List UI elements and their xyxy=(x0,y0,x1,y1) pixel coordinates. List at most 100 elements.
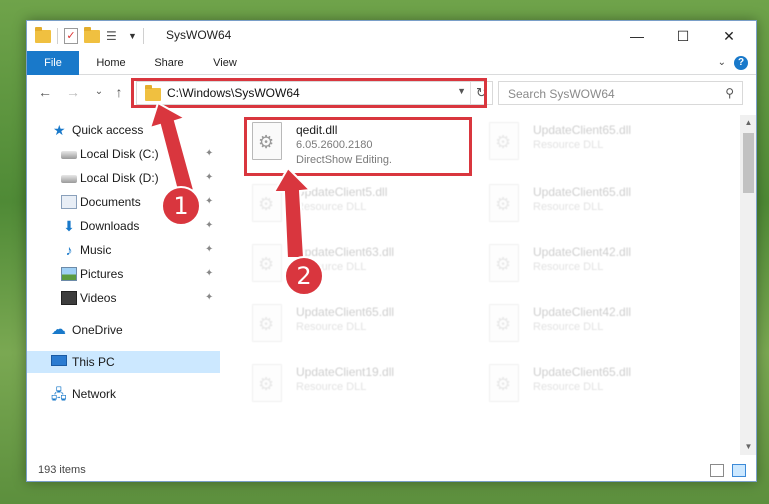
tab-home[interactable]: Home xyxy=(87,51,135,75)
sidebar-item-label: Downloads xyxy=(80,219,140,233)
file-item[interactable]: ⚙ UpdateClient42.dll Resource DLL xyxy=(485,239,710,293)
ribbon-expand-icon[interactable]: ⌄ xyxy=(718,51,726,75)
gear-icon: ⚙ xyxy=(495,194,512,214)
gear-icon: ⚙ xyxy=(258,374,275,394)
search-placeholder[interactable]: Search SysWOW64 xyxy=(508,87,615,101)
pin-icon[interactable]: ✦ xyxy=(205,244,213,255)
file-name: UpdateClient65.dll xyxy=(296,305,395,319)
file-item[interactable]: ⚙ UpdateClient19.dll Resource DLL xyxy=(248,359,473,413)
vertical-scrollbar[interactable]: ▲ ▼ xyxy=(740,115,756,455)
address-bar[interactable]: C:\Windows\SysWOW64 ▼ ↻ xyxy=(136,81,493,105)
file-item[interactable]: ⚙ UpdateClient65.dll Resource DLL xyxy=(485,359,710,413)
file-item-qedit[interactable]: ⚙ qedit.dll 6.05.2600.2180 DirectShow Ed… xyxy=(248,117,473,171)
dll-file-icon: ⚙ xyxy=(252,304,282,342)
pin-icon[interactable]: ✦ xyxy=(205,196,213,207)
file-item[interactable]: ⚙ UpdateClient5.dll Resource DLL xyxy=(248,179,473,233)
sidebar-item-onedrive[interactable]: ☁ OneDrive xyxy=(27,319,220,341)
new-folder-icon[interactable] xyxy=(84,26,100,43)
title-bar: ✓ ☰ ▼ SysWOW64 — ☐ ✕ xyxy=(27,21,756,51)
search-icon[interactable]: ⚲ xyxy=(725,86,734,100)
pin-icon[interactable]: ✦ xyxy=(205,172,213,183)
recent-locations-icon[interactable]: ⌄ xyxy=(89,82,109,102)
up-button[interactable]: ↑ xyxy=(109,82,129,102)
pin-icon[interactable]: ✦ xyxy=(205,148,213,159)
pin-icon[interactable]: ✦ xyxy=(205,268,213,279)
gear-icon: ⚙ xyxy=(258,254,275,274)
file-name: UpdateClient19.dll xyxy=(296,365,395,379)
forward-button[interactable]: → xyxy=(63,82,83,102)
properties-check-icon[interactable]: ✓ xyxy=(64,28,78,44)
address-text[interactable]: C:\Windows\SysWOW64 xyxy=(167,86,300,100)
toolbar-separator xyxy=(57,28,58,44)
sidebar-item-network[interactable]: 🖧 Network xyxy=(27,383,220,405)
dll-file-icon: ⚙ xyxy=(489,244,519,282)
dll-file-icon: ⚙ xyxy=(252,244,282,282)
address-dropdown-icon[interactable]: ▼ xyxy=(457,86,466,96)
scroll-up-icon[interactable]: ▲ xyxy=(740,115,756,131)
gear-icon: ⚙ xyxy=(258,314,275,334)
dll-file-icon: ⚙ xyxy=(489,184,519,222)
ribbon-tabs: File Home Share View ⌄ ? xyxy=(27,51,756,75)
sidebar-item-quick-access[interactable]: ★ Quick access xyxy=(27,119,220,141)
file-item[interactable]: ⚙ UpdateClient65.dll Resource DLL xyxy=(485,117,710,171)
gear-icon: ⚙ xyxy=(258,194,275,214)
details-view-icon[interactable] xyxy=(710,464,724,477)
pin-icon[interactable]: ✦ xyxy=(205,220,213,231)
window-title: SysWOW64 xyxy=(166,28,232,42)
file-item[interactable]: ⚙ UpdateClient65.dll Resource DLL xyxy=(248,299,473,353)
file-type: Resource DLL xyxy=(533,261,604,273)
sidebar-item-label: Local Disk (D:) xyxy=(80,171,159,185)
sidebar-item-videos[interactable]: Videos ✦ xyxy=(27,287,220,309)
file-name: UpdateClient65.dll xyxy=(533,365,632,379)
minimize-button[interactable]: — xyxy=(614,21,660,51)
file-type: Resource DLL xyxy=(296,381,367,393)
help-icon[interactable]: ? xyxy=(734,56,748,70)
file-item[interactable]: ⚙ UpdateClient42.dll Resource DLL xyxy=(485,299,710,353)
gear-icon: ⚙ xyxy=(258,132,275,152)
maximize-button[interactable]: ☐ xyxy=(660,21,706,51)
sidebar-item-music[interactable]: ♪ Music ✦ xyxy=(27,239,220,261)
file-name: UpdateClient65.dll xyxy=(533,123,632,137)
file-name: UpdateClient42.dll xyxy=(533,305,632,319)
scroll-thumb[interactable] xyxy=(743,133,754,193)
close-button[interactable]: ✕ xyxy=(706,21,752,51)
star-icon: ★ xyxy=(53,122,66,138)
folder-icon xyxy=(145,85,161,101)
sidebar-item-local-disk-c[interactable]: Local Disk (C:) ✦ xyxy=(27,143,220,165)
sidebar-item-this-pc[interactable]: This PC xyxy=(27,351,220,373)
sidebar-item-label: OneDrive xyxy=(72,323,123,337)
sidebar-item-label: Videos xyxy=(80,291,117,305)
back-button[interactable]: ← xyxy=(35,82,55,102)
network-icon: 🖧 xyxy=(51,386,67,402)
dll-file-icon: ⚙ xyxy=(489,122,519,160)
dll-file-icon: ⚙ xyxy=(489,304,519,342)
sidebar-item-label: This PC xyxy=(72,355,115,369)
sidebar-item-local-disk-d[interactable]: Local Disk (D:) ✦ xyxy=(27,167,220,189)
file-item[interactable]: ⚙ UpdateClient63.dll Resource DLL xyxy=(248,239,473,293)
sidebar-item-label: Local Disk (C:) xyxy=(80,147,159,161)
file-name: UpdateClient5.dll xyxy=(296,185,388,199)
refresh-icon[interactable]: ↻ xyxy=(470,82,492,104)
file-description: DirectShow Editing. xyxy=(296,154,392,166)
sidebar-item-pictures[interactable]: Pictures ✦ xyxy=(27,263,220,285)
tab-share[interactable]: Share xyxy=(145,51,193,75)
search-input[interactable]: Search SysWOW64 ⚲ xyxy=(498,81,743,105)
large-icons-view-icon[interactable] xyxy=(732,464,746,477)
sidebar-item-label: Music xyxy=(80,243,112,257)
qat-dropdown-icon[interactable]: ▼ xyxy=(128,31,137,41)
file-item[interactable]: ⚙ UpdateClient65.dll Resource DLL xyxy=(485,179,710,233)
tab-file[interactable]: File xyxy=(27,51,79,75)
folder-icon[interactable] xyxy=(35,26,51,43)
file-type: Resource DLL xyxy=(533,381,604,393)
step-1-badge: 1 xyxy=(161,186,201,226)
customize-icon[interactable]: ☰ xyxy=(106,29,122,43)
pin-icon[interactable]: ✦ xyxy=(205,292,213,303)
documents-icon xyxy=(61,195,77,209)
scroll-down-icon[interactable]: ▼ xyxy=(740,439,756,455)
step-2-badge: 2 xyxy=(284,256,324,296)
file-name: qedit.dll xyxy=(296,123,338,137)
toolbar-separator xyxy=(142,28,144,44)
file-version: 6.05.2600.2180 xyxy=(296,139,373,151)
disk-icon xyxy=(61,175,77,183)
tab-view[interactable]: View xyxy=(203,51,247,75)
